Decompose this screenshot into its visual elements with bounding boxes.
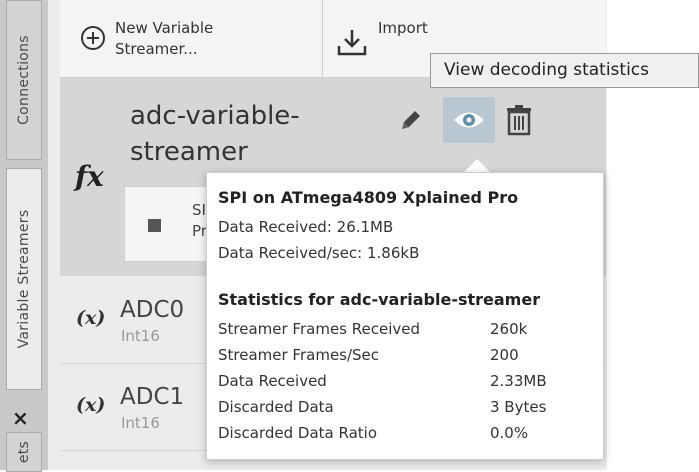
new-variable-streamer-label: New Variable Streamer... [115,19,214,58]
stat-label: Streamer Frames/Sec [218,346,380,364]
stat-value: 200 [490,346,519,364]
streamer-name: adc-variable-streamer [130,101,300,167]
stat-label: Discarded Data [218,398,334,416]
stat-value: 260k [490,320,528,338]
import-variable-streamer-label: Import Variable Strea [378,19,430,37]
variable-name: ADC0 [120,297,185,323]
variable-type: Int16 [121,414,160,432]
new-variable-streamer-button[interactable]: New Variable Streamer... [60,0,323,77]
stop-icon[interactable] [148,219,161,232]
connection-stream-label: SI Pr [192,201,206,240]
stat-label: Discarded Data Ratio [218,424,378,442]
pencil-icon[interactable] [398,107,424,133]
eye-icon [454,112,484,128]
stat-value: 3 Bytes [490,398,547,416]
connection-data-rate: Data Received/sec: 1.86kB [218,244,420,262]
variable-name: ADC1 [120,384,185,410]
connection-data-received: Data Received: 26.1MB [218,218,394,236]
stat-value: 0.0% [490,424,529,442]
tab-variable-streamers-label: Variable Streamers [16,209,32,349]
close-icon[interactable]: × [12,406,29,430]
view-statistics-button[interactable] [443,97,495,143]
tab-connections[interactable]: Connections [6,0,42,160]
function-icon: fx [75,160,104,193]
variable-icon: (x) [76,307,106,329]
statistics-popup [206,172,604,460]
side-tab-bar: Connections Variable Streamers × ets [0,0,48,472]
stat-value: 2.33MB [490,372,547,390]
trash-icon[interactable] [506,104,532,136]
download-icon [337,30,367,56]
tooltip-text: View decoding statistics [444,60,650,80]
tab-connections-label: Connections [16,35,32,125]
stat-label: Streamer Frames Received [218,320,421,338]
tab-variable-streamers[interactable]: Variable Streamers [6,168,42,390]
tab-bottom-label: ets [16,440,32,464]
tab-bottom[interactable]: ets [6,432,42,472]
tooltip: View decoding statistics [430,53,699,88]
variable-icon: (x) [76,394,106,416]
variable-type: Int16 [121,327,160,345]
stat-label: Data Received [218,372,327,390]
popup-arrow [463,159,491,173]
add-circle-icon [81,26,105,50]
connection-title: SPI on ATmega4809 Xplained Pro [218,188,519,207]
streamer-stats-title: Statistics for adc-variable-streamer [218,290,541,309]
